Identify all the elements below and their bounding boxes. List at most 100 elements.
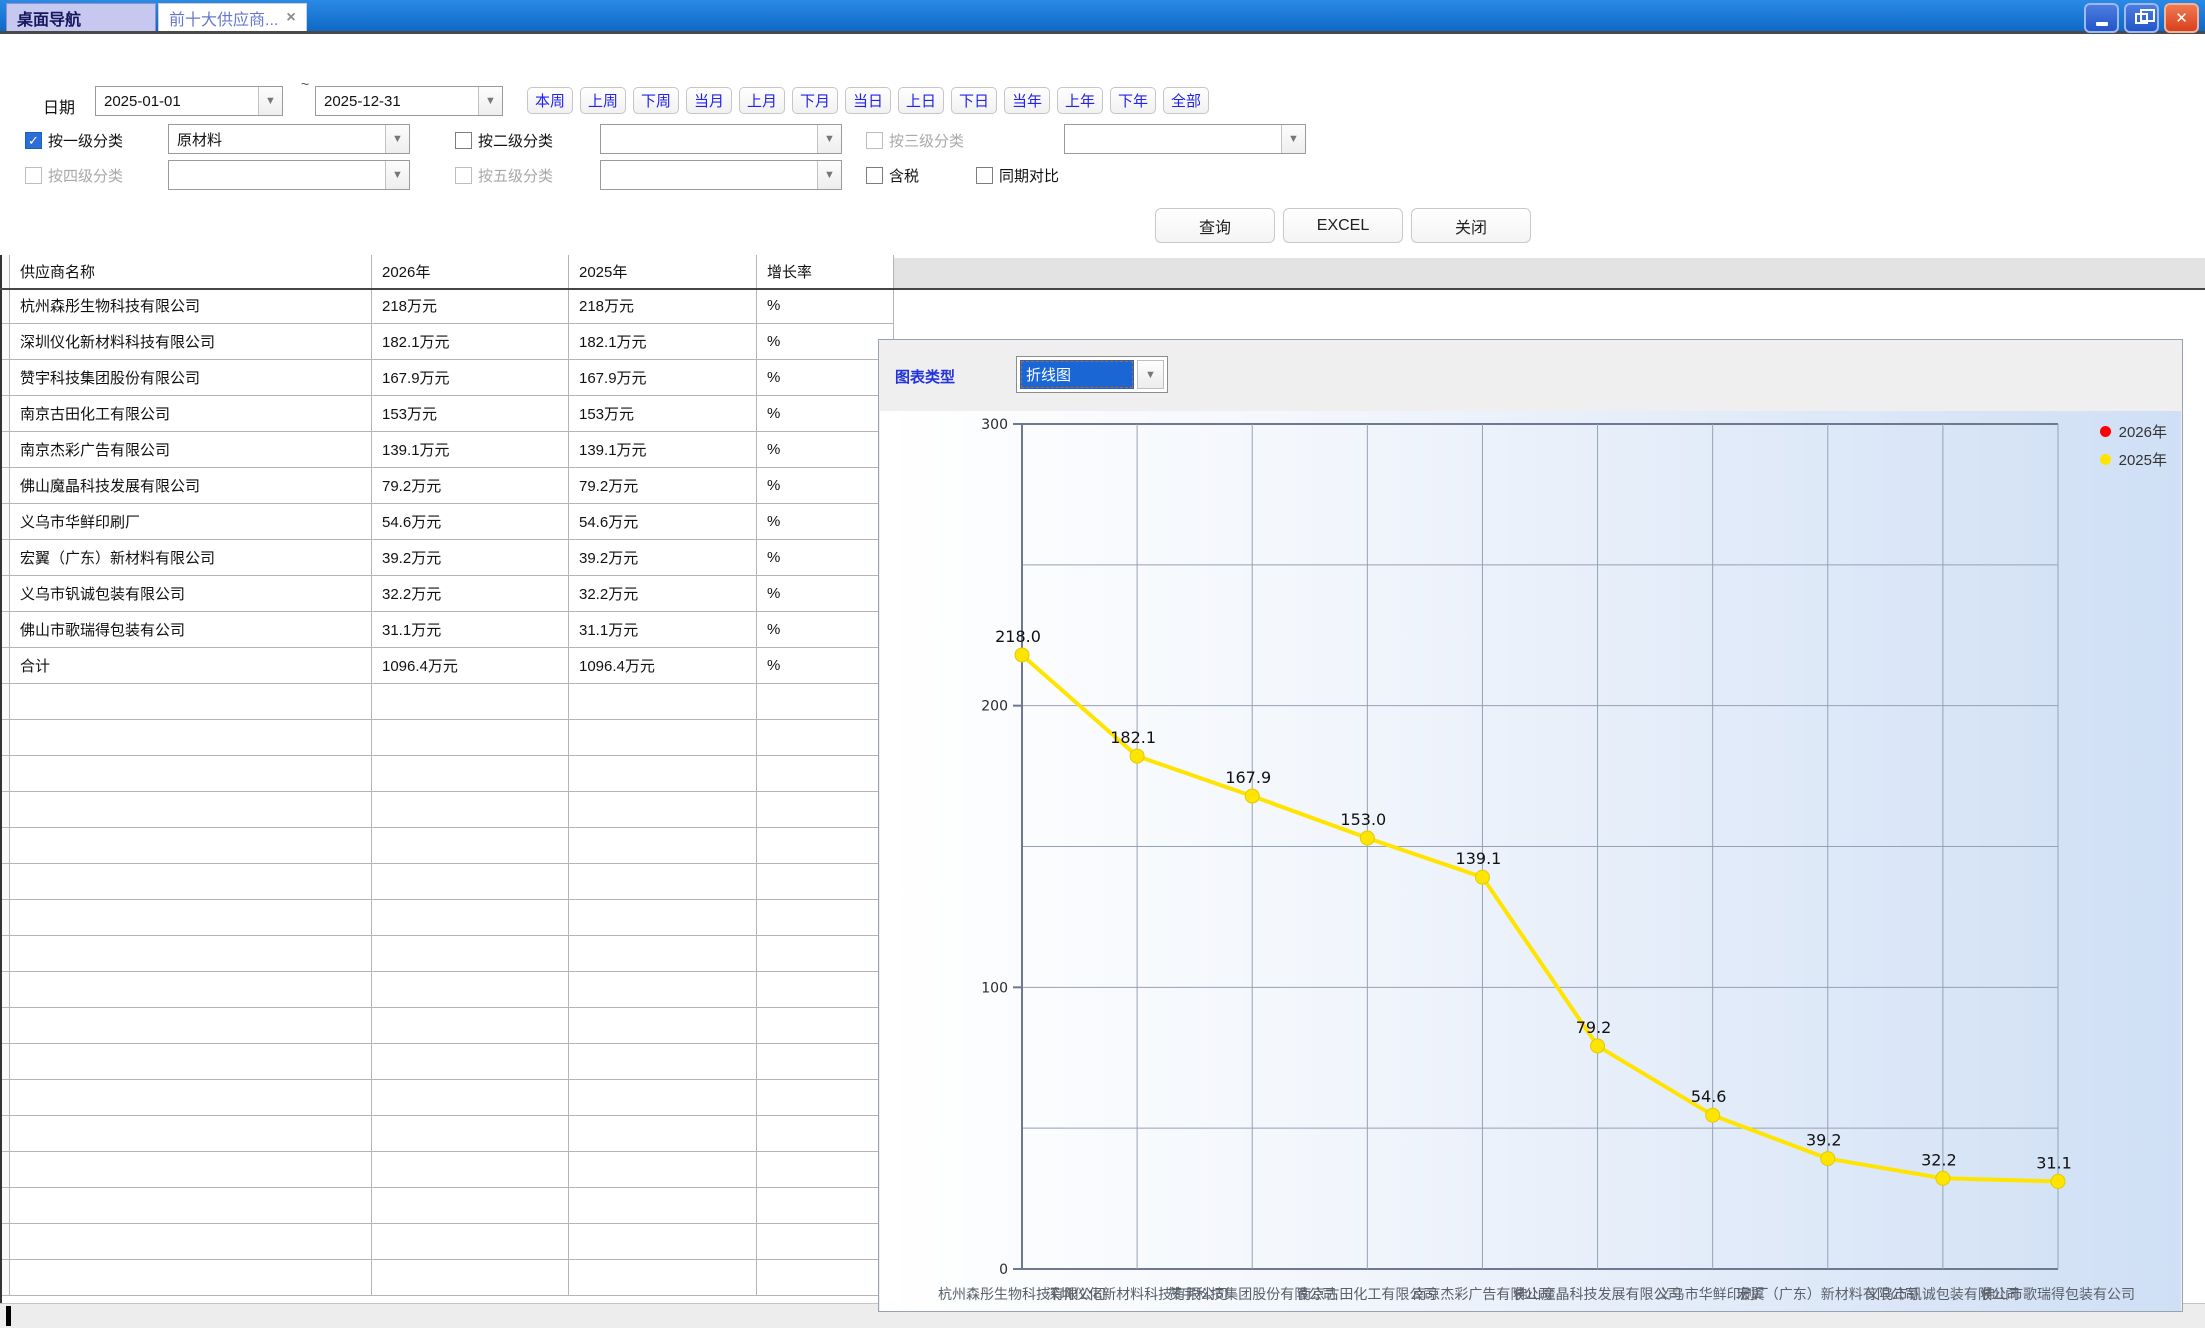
select-level2[interactable]: ▼ [600,124,842,154]
quick-range-button-11[interactable]: 下年 [1110,87,1156,114]
select-level1[interactable]: 原材料▼ [168,124,410,154]
table-row-empty[interactable] [2,684,894,720]
chevron-down-icon[interactable]: ▼ [478,87,502,115]
table-cell [757,1152,894,1187]
table-row-empty[interactable] [2,1224,894,1260]
excel-button[interactable]: EXCEL [1283,208,1403,243]
table-row-6[interactable]: 义乌市华鲜印刷厂54.6万元54.6万元% [2,504,894,540]
select-level5[interactable]: ▼ [600,160,842,190]
checkbox-compare[interactable]: 同期对比 [976,165,1059,186]
unchecked-checkbox-icon[interactable] [25,167,42,184]
quick-range-button-3[interactable]: 当月 [686,87,732,114]
quick-range-button-12[interactable]: 全部 [1163,87,1209,114]
tab-desktop-nav[interactable]: 桌面导航 [6,3,156,31]
chevron-down-icon[interactable]: ▼ [258,87,282,115]
minimize-button[interactable] [2084,3,2119,33]
table-row-empty[interactable] [2,1008,894,1044]
checkbox-level3[interactable]: 按三级分类 [866,130,964,151]
row-gutter [2,360,10,395]
table-cell: 167.9万元 [569,360,757,395]
select-level3-value [1065,125,1281,153]
chevron-down-icon[interactable]: ▼ [817,125,841,153]
table-row-empty[interactable] [2,972,894,1008]
table-cell: 31.1万元 [569,612,757,647]
table-cell: 182.1万元 [569,324,757,359]
quick-range-button-4[interactable]: 上月 [739,87,785,114]
table-row-0[interactable]: 杭州森彤生物科技有限公司218万元218万元% [2,288,894,324]
chevron-down-icon[interactable]: ▼ [385,125,409,153]
quick-range-button-10[interactable]: 上年 [1057,87,1103,114]
checkbox-level1[interactable]: ✓按一级分类 [25,130,123,151]
row-gutter [2,1260,10,1295]
unchecked-checkbox-icon[interactable] [976,167,993,184]
table-row-empty[interactable] [2,864,894,900]
table-row-empty[interactable] [2,936,894,972]
chevron-down-icon[interactable]: ▼ [1137,360,1164,389]
table-row-2[interactable]: 赞宇科技集团股份有限公司167.9万元167.9万元% [2,360,894,396]
unchecked-checkbox-icon[interactable] [866,132,883,149]
svg-text:153.0: 153.0 [1340,810,1386,829]
select-level3[interactable]: ▼ [1064,124,1306,154]
table-row-10[interactable]: 合计1096.4万元1096.4万元% [2,648,894,684]
row-gutter [2,1044,10,1079]
table-cell: 79.2万元 [372,468,569,503]
quick-range-button-7[interactable]: 上日 [898,87,944,114]
quick-range-button-2[interactable]: 下周 [633,87,679,114]
chevron-down-icon[interactable]: ▼ [1281,125,1305,153]
unchecked-checkbox-icon[interactable] [455,167,472,184]
checkbox-label-level3: 按三级分类 [889,130,964,151]
table-row-empty[interactable] [2,900,894,936]
table-row-empty[interactable] [2,1188,894,1224]
table-row-9[interactable]: 佛山市歌瑞得包装有公司31.1万元31.1万元% [2,612,894,648]
unchecked-checkbox-icon[interactable] [866,167,883,184]
row-gutter [2,864,10,899]
table-row-empty[interactable] [2,792,894,828]
minimize-icon [2096,22,2108,26]
table-row-8[interactable]: 义乌市钒诚包装有限公司32.2万元32.2万元% [2,576,894,612]
select-level4[interactable]: ▼ [168,160,410,190]
svg-text:39.2: 39.2 [1806,1131,1842,1150]
table-row-empty[interactable] [2,1044,894,1080]
date-from-select[interactable]: 2025-01-01 ▼ [95,86,283,116]
close-button[interactable]: ✕ [2164,3,2199,33]
chevron-down-icon[interactable]: ▼ [817,161,841,189]
table-row-3[interactable]: 南京古田化工有限公司153万元153万元% [2,396,894,432]
quick-range-button-1[interactable]: 上周 [580,87,626,114]
table-row-empty[interactable] [2,828,894,864]
maximize-button[interactable] [2124,3,2159,33]
table-row-5[interactable]: 佛山魔晶科技发展有限公司79.2万元79.2万元% [2,468,894,504]
checked-checkbox-icon[interactable]: ✓ [25,132,42,149]
quick-range-button-0[interactable]: 本周 [527,87,573,114]
table-row-1[interactable]: 深圳仪化新材料科技有限公司182.1万元182.1万元% [2,324,894,360]
table-row-7[interactable]: 宏翼（广东）新材料有限公司39.2万元39.2万元% [2,540,894,576]
close-panel-button[interactable]: 关闭 [1411,208,1531,243]
checkbox-level5[interactable]: 按五级分类 [455,165,553,186]
table-cell [10,1116,372,1151]
quick-range-button-5[interactable]: 下月 [792,87,838,114]
unchecked-checkbox-icon[interactable] [455,132,472,149]
checkbox-level4[interactable]: 按四级分类 [25,165,123,186]
tab-close-icon[interactable]: × [286,9,295,27]
checkbox-tax[interactable]: 含税 [866,165,919,186]
table-row-empty[interactable] [2,720,894,756]
table-row-empty[interactable] [2,1152,894,1188]
table-cell [372,828,569,863]
date-to-select[interactable]: 2025-12-31 ▼ [315,86,503,116]
query-button[interactable]: 查询 [1155,208,1275,243]
table-cell [569,684,757,719]
quick-range-button-8[interactable]: 下日 [951,87,997,114]
chart-type-select[interactable]: 折线图 ▼ [1016,356,1168,393]
table-row-empty[interactable] [2,1116,894,1152]
checkbox-level2[interactable]: 按二级分类 [455,130,553,151]
table-row-empty[interactable] [2,1080,894,1116]
date-range-tilde: ~ [301,76,309,92]
x-axis-label: 佛山市歌瑞得包装有公司 [1981,1284,2135,1304]
tab-top-suppliers[interactable]: 前十大供应商... × [158,3,307,31]
quick-range-button-6[interactable]: 当日 [845,87,891,114]
checkbox-label-tax: 含税 [889,165,919,186]
quick-range-button-9[interactable]: 当年 [1004,87,1050,114]
table-row-4[interactable]: 南京杰彩广告有限公司139.1万元139.1万元% [2,432,894,468]
table-row-empty[interactable] [2,756,894,792]
table-row-empty[interactable] [2,1260,894,1296]
chevron-down-icon[interactable]: ▼ [385,161,409,189]
